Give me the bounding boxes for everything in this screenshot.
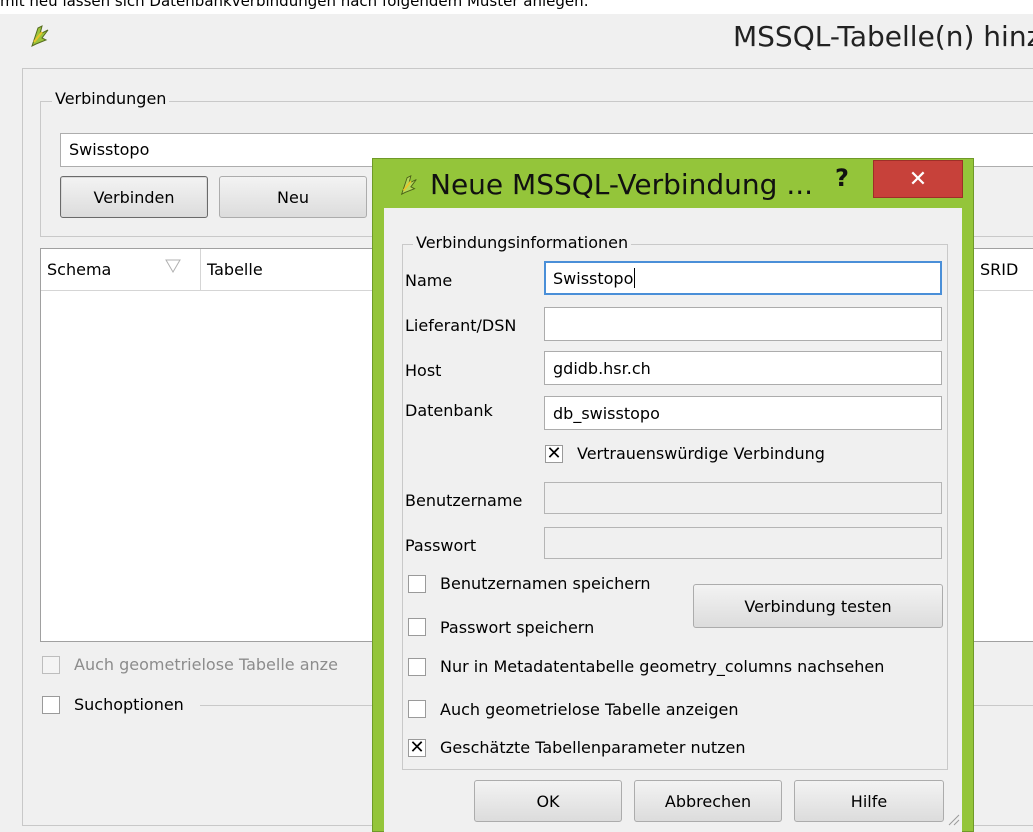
username-label: Benutzername [405,491,523,510]
save-username-checkbox[interactable] [408,575,426,593]
dialog-qgis-icon [400,174,417,196]
dialog-title: Neue MSSQL-Verbindung ... [430,168,814,201]
dialog-help-button[interactable]: ? [835,164,849,192]
sort-indicator-icon [165,259,181,273]
page-intro-text: mit neu lassen sich Datenbankverbindunge… [0,0,589,10]
text-caret [634,268,636,288]
close-icon: ✕ [908,166,928,192]
show-nogeom-checkbox[interactable] [408,700,426,718]
show-nogeom-checkbox-main[interactable] [42,656,60,674]
column-header-table-label: Tabelle [207,260,263,279]
password-label: Passwort [405,536,477,555]
show-nogeom-label-main: Auch geometrielose Tabelle anze [74,655,338,674]
database-input[interactable]: db_swisstopo [544,396,942,430]
estimated-params-label: Geschätzte Tabellenparameter nutzen [440,738,746,757]
save-password-label: Passwort speichern [440,618,595,637]
connect-button[interactable]: Verbinden [60,176,208,218]
provider-input[interactable] [544,307,942,341]
column-header-table[interactable]: Tabelle [201,249,381,291]
connection-info-group-title: Verbindungsinformationen [413,233,632,252]
qgis-logo-icon [31,25,49,47]
show-nogeom-label: Auch geometrielose Tabelle anzeigen [440,700,739,719]
password-input[interactable] [544,527,942,559]
save-username-label: Benutzernamen speichern [440,574,651,593]
connections-group-title: Verbindungen [52,89,170,108]
test-connection-button[interactable]: Verbindung testen [693,584,943,628]
only-metadata-label: Nur in Metadatentabelle geometry_columns… [440,657,885,676]
help-button[interactable]: Hilfe [794,780,944,822]
ok-button[interactable]: OK [474,780,622,822]
provider-label: Lieferant/DSN [405,316,517,335]
name-input[interactable]: Swisstopo [544,261,942,295]
trusted-connection-checkbox[interactable]: ✕ [545,445,563,463]
save-password-checkbox[interactable] [408,618,426,636]
name-input-value: Swisstopo [553,268,634,288]
search-options-checkbox[interactable] [42,696,60,714]
column-header-srid[interactable]: SRID [974,249,1033,291]
host-label: Host [405,361,442,380]
column-header-schema-label: Schema [47,260,112,279]
new-connection-button[interactable]: Neu [219,176,367,218]
cancel-button[interactable]: Abbrechen [634,780,782,822]
database-label: Datenbank [405,401,493,420]
username-input[interactable] [544,482,942,514]
main-window-title: MSSQL-Tabelle(n) hinz [733,20,1033,53]
estimated-params-checkbox[interactable]: ✕ [408,739,426,757]
dialog-close-button[interactable]: ✕ [873,160,963,198]
trusted-connection-label: Vertrauenswürdige Verbindung [577,444,825,463]
search-options-label: Suchoptionen [74,695,184,714]
resize-grip-icon[interactable] [946,812,960,826]
host-input[interactable]: gdidb.hsr.ch [544,351,942,385]
only-metadata-checkbox[interactable] [408,658,426,676]
column-header-srid-label: SRID [980,260,1019,279]
name-label: Name [405,271,453,290]
column-header-schema[interactable]: Schema [41,249,201,291]
connection-select-value: Swisstopo [69,140,150,159]
